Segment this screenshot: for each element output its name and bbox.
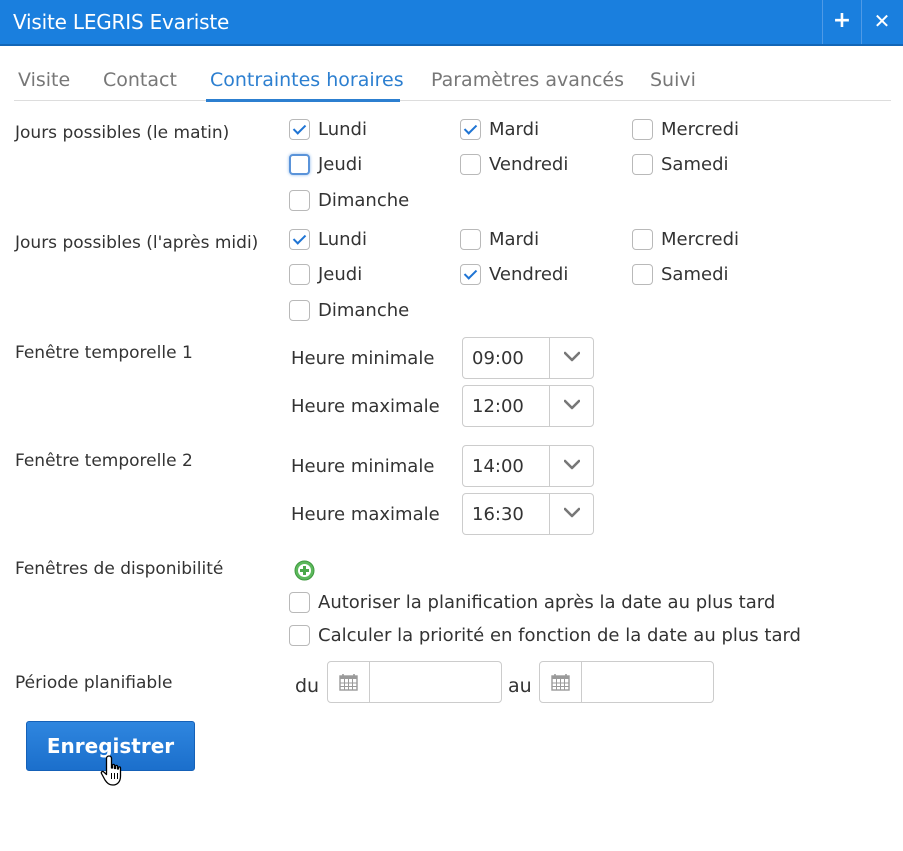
tab-contraintes-horaires[interactable]: Contraintes horaires <box>210 69 404 91</box>
select-divider <box>549 446 550 486</box>
afternoon-checkbox-lundi[interactable] <box>289 229 310 250</box>
availability-label: Fenêtres de disponibilité <box>15 559 224 579</box>
select-value: 16:30 <box>472 504 524 525</box>
morning-checkbox-vendredi[interactable] <box>460 154 481 175</box>
select-value: 14:00 <box>472 456 524 477</box>
time-window-2-label: Fenêtre temporelle 2 <box>15 451 193 471</box>
chevron-down-icon <box>564 351 580 362</box>
tab-suivi[interactable]: Suivi <box>650 69 696 91</box>
active-tab-indicator <box>206 99 400 102</box>
morning-checkbox-dimanche[interactable] <box>289 190 310 211</box>
select-value: 09:00 <box>472 348 524 369</box>
to-label: au <box>508 675 532 697</box>
afternoon-day-label: Vendredi <box>489 264 569 285</box>
morning-day-label: Samedi <box>661 154 729 175</box>
afternoon-days-label: Jours possibles (l'après midi) <box>15 233 259 253</box>
morning-day-label: Mardi <box>489 119 540 140</box>
add-circle-icon[interactable] <box>294 560 315 581</box>
window-titlebar: Visite LEGRIS Evariste + ✕ <box>0 0 903 46</box>
window1-max-label: Heure maximale <box>291 396 440 417</box>
afternoon-day-label: Lundi <box>318 229 367 250</box>
tab-contact[interactable]: Contact <box>103 69 177 91</box>
window2-min-select[interactable]: 14:00 <box>462 445 594 487</box>
afternoon-checkbox-mercredi[interactable] <box>632 229 653 250</box>
select-value: 12:00 <box>472 396 524 417</box>
afternoon-checkbox-samedi[interactable] <box>632 264 653 285</box>
chevron-down-icon <box>564 399 580 410</box>
afternoon-checkbox-jeudi[interactable] <box>289 264 310 285</box>
morning-checkbox-samedi[interactable] <box>632 154 653 175</box>
plannable-period-label: Période planifiable <box>15 673 173 693</box>
afternoon-checkbox-vendredi[interactable] <box>460 264 481 285</box>
tab-visite[interactable]: Visite <box>18 69 70 91</box>
morning-checkbox-mercredi[interactable] <box>632 119 653 140</box>
select-divider <box>549 494 550 534</box>
chevron-down-icon <box>564 507 580 518</box>
to-date-field <box>539 661 714 703</box>
afternoon-day-label: Samedi <box>661 264 729 285</box>
morning-day-label: Lundi <box>318 119 367 140</box>
chevron-down-icon <box>564 459 580 470</box>
allow-after-deadline-label: Autoriser la planification après la date… <box>318 592 776 613</box>
close-icon[interactable]: ✕ <box>862 0 902 44</box>
time-window-1-label: Fenêtre temporelle 1 <box>15 343 193 363</box>
morning-day-label: Jeudi <box>318 154 363 175</box>
hand-pointer-cursor-icon <box>100 755 122 786</box>
morning-checkbox-jeudi[interactable] <box>289 154 310 175</box>
window1-max-select[interactable]: 12:00 <box>462 385 594 427</box>
calendar-icon[interactable] <box>328 662 370 702</box>
tab-parametres-avances[interactable]: Paramètres avancés <box>431 69 624 91</box>
morning-checkbox-mardi[interactable] <box>460 119 481 140</box>
from-label: du <box>295 675 320 697</box>
window2-max-select[interactable]: 16:30 <box>462 493 594 535</box>
plus-icon[interactable]: + <box>822 0 862 44</box>
morning-day-label: Vendredi <box>489 154 569 175</box>
afternoon-day-label: Dimanche <box>318 300 410 321</box>
afternoon-day-label: Mardi <box>489 229 540 250</box>
window1-min-select[interactable]: 09:00 <box>462 337 594 379</box>
afternoon-day-label: Jeudi <box>318 264 363 285</box>
morning-days-label: Jours possibles (le matin) <box>15 123 230 143</box>
afternoon-day-label: Mercredi <box>661 229 740 250</box>
morning-day-label: Dimanche <box>318 190 410 211</box>
morning-day-label: Mercredi <box>661 119 740 140</box>
from-date-field <box>327 661 502 703</box>
calendar-icon[interactable] <box>540 662 582 702</box>
afternoon-checkbox-mardi[interactable] <box>460 229 481 250</box>
priority-by-deadline-checkbox[interactable] <box>289 625 310 646</box>
allow-after-deadline-checkbox[interactable] <box>289 592 310 613</box>
window-title: Visite LEGRIS Evariste <box>13 10 230 34</box>
select-divider <box>549 386 550 426</box>
priority-by-deadline-label: Calculer la priorité en fonction de la d… <box>318 625 801 646</box>
from-date-input[interactable] <box>371 662 501 702</box>
select-divider <box>549 338 550 378</box>
window2-max-label: Heure maximale <box>291 504 440 525</box>
window2-min-label: Heure minimale <box>291 456 435 477</box>
to-date-input[interactable] <box>583 662 713 702</box>
afternoon-checkbox-dimanche[interactable] <box>289 300 310 321</box>
tab-bar: Visite Contact Contraintes horaires Para… <box>14 56 891 102</box>
morning-checkbox-lundi[interactable] <box>289 119 310 140</box>
window1-min-label: Heure minimale <box>291 348 435 369</box>
